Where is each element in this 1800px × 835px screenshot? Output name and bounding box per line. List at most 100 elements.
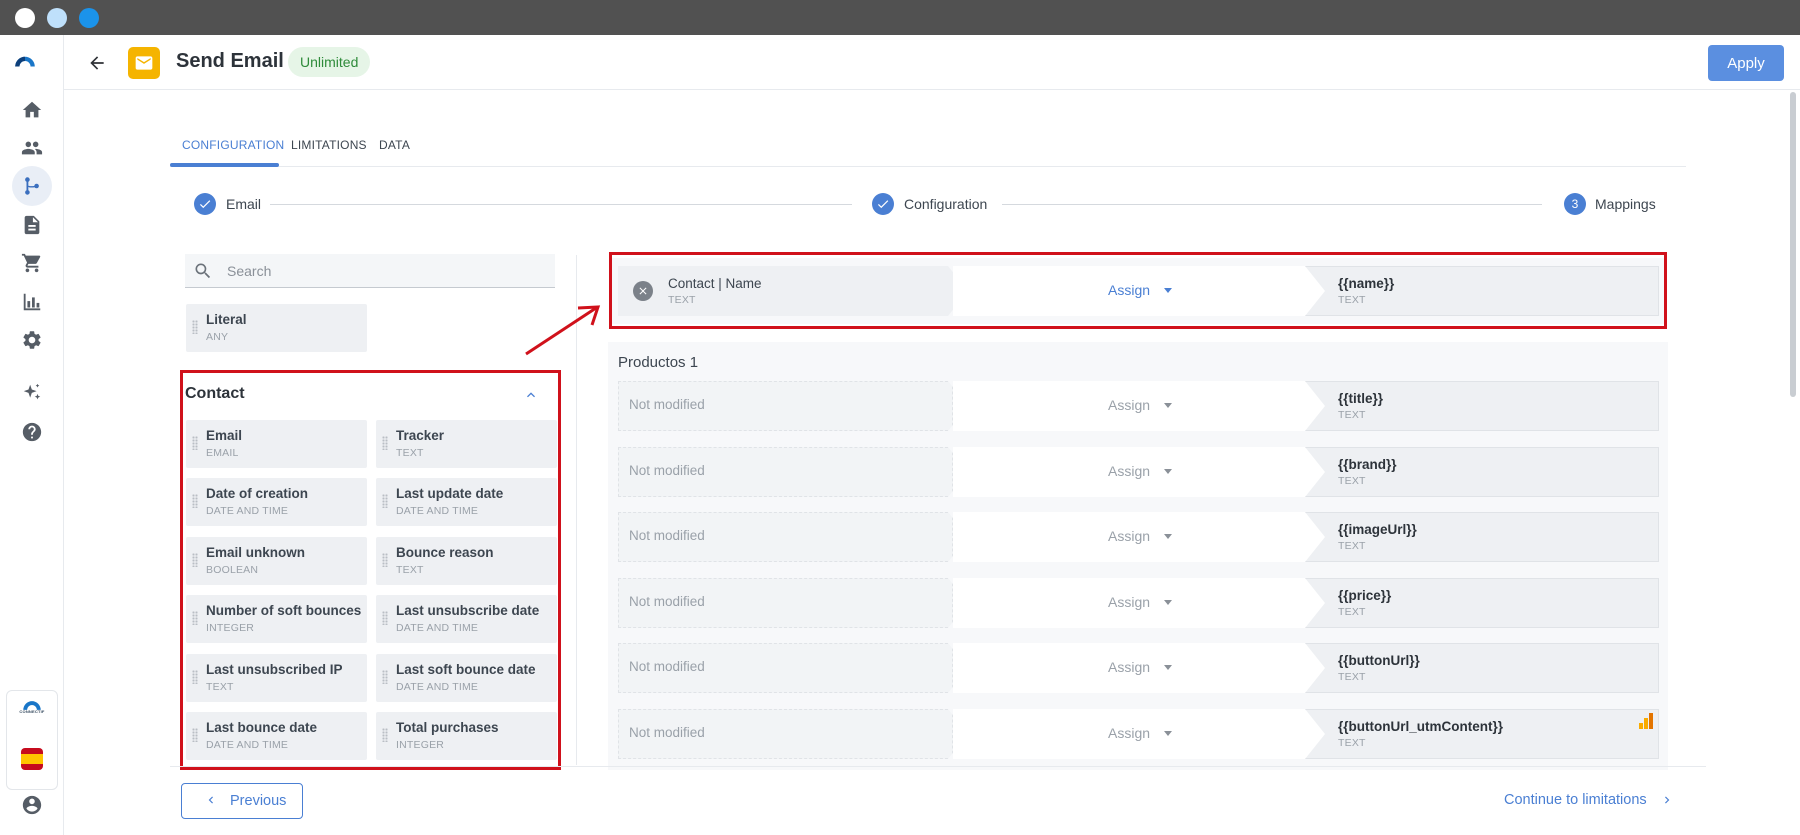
nav-contacts[interactable] xyxy=(12,128,52,168)
mapping-target-cell xyxy=(1305,512,1659,562)
store-icon xyxy=(21,253,41,273)
mapping-row: Not modified Assign {{imageUrl}} TEXT xyxy=(618,512,1659,562)
mapping-target-name: {{buttonUrl_utmContent}} xyxy=(1338,719,1503,734)
back-button[interactable] xyxy=(82,48,112,78)
search-input[interactable] xyxy=(227,260,537,282)
email-app-icon xyxy=(128,47,160,79)
caret-down-icon[interactable] xyxy=(1164,600,1172,605)
nav-workflows[interactable] xyxy=(12,166,52,206)
footer-divider xyxy=(170,766,1706,767)
mapping-target-cell xyxy=(1305,578,1659,628)
help-icon xyxy=(22,422,42,442)
continue-link[interactable]: Continue to limitations xyxy=(1504,792,1647,808)
check-icon xyxy=(877,200,889,209)
field-search xyxy=(185,254,555,288)
page-title: Send Email xyxy=(176,50,284,72)
mapping-target-cell xyxy=(1305,709,1659,759)
active-tab-indicator xyxy=(170,163,279,167)
nav-home[interactable] xyxy=(12,90,52,130)
mapping-target-type: TEXT xyxy=(1338,737,1366,749)
analytics-chart-icon xyxy=(1639,713,1653,729)
contacts-icon xyxy=(21,141,43,155)
literal-field-card[interactable]: Literal ANY xyxy=(186,304,367,352)
mapping-target-cell xyxy=(1305,643,1659,693)
chevron-right-icon[interactable] xyxy=(1660,793,1674,807)
annotation-highlight-contact xyxy=(180,370,561,770)
nav-store[interactable] xyxy=(12,243,52,283)
caret-down-icon[interactable] xyxy=(1164,665,1172,670)
assign-dropdown[interactable]: Assign xyxy=(1108,594,1150,610)
check-icon xyxy=(199,200,211,209)
mapping-target-name: {{title}} xyxy=(1338,391,1384,406)
mapping-source-placeholder: Not modified xyxy=(629,594,705,609)
step-connector xyxy=(270,204,852,205)
nav-reports[interactable] xyxy=(12,282,52,322)
previous-button[interactable]: Previous xyxy=(181,783,303,819)
reports-icon xyxy=(23,293,41,311)
nav-settings[interactable] xyxy=(12,320,52,360)
group-title: Productos 1 xyxy=(618,354,699,371)
step-email-check[interactable] xyxy=(194,193,216,215)
caret-down-icon[interactable] xyxy=(1164,731,1172,736)
previous-label: Previous xyxy=(230,793,287,809)
mapping-target-name: {{buttonUrl}} xyxy=(1338,653,1420,668)
page-scrollbar[interactable] xyxy=(1790,92,1796,397)
account-switcher[interactable]: CONNECTIF xyxy=(6,690,58,790)
content-icon xyxy=(24,215,40,235)
tab-limitations[interactable]: LIMITATIONS xyxy=(291,138,367,152)
search-icon xyxy=(195,263,211,279)
window-close-dot[interactable] xyxy=(15,8,35,28)
tab-bar: CONFIGURATION LIMITATIONS DATA xyxy=(170,130,1686,167)
mapping-row: Not modified Assign {{buttonUrl}} TEXT xyxy=(618,643,1659,693)
tab-data[interactable]: DATA xyxy=(379,138,410,152)
ai-icon xyxy=(23,383,41,400)
assign-dropdown[interactable]: Assign xyxy=(1108,659,1150,675)
window-titlebar xyxy=(0,0,1800,35)
mapping-target-type: TEXT xyxy=(1338,540,1366,552)
assign-dropdown[interactable]: Assign xyxy=(1108,725,1150,741)
nav-account[interactable] xyxy=(12,785,52,825)
mapping-target-name: {{price}} xyxy=(1338,588,1392,603)
mapping-row: Not modified Assign {{brand}} TEXT xyxy=(618,447,1659,497)
nav-ai[interactable] xyxy=(12,373,52,413)
assign-dropdown[interactable]: Assign xyxy=(1108,463,1150,479)
workflows-icon xyxy=(25,177,39,195)
mapping-target-name: {{brand}} xyxy=(1338,457,1397,472)
account-icon xyxy=(22,795,42,815)
spain-flag-icon[interactable] xyxy=(21,748,43,770)
step-mappings-label: Mappings xyxy=(1595,196,1656,212)
step-connector xyxy=(1002,204,1542,205)
nav-content[interactable] xyxy=(12,205,52,245)
nav-help[interactable] xyxy=(12,412,52,452)
window-minimize-dot[interactable] xyxy=(47,8,67,28)
tab-configuration[interactable]: CONFIGURATION xyxy=(182,138,284,152)
step-configuration-check[interactable] xyxy=(872,193,894,215)
mapping-target-type: TEXT xyxy=(1338,606,1366,618)
assign-dropdown[interactable]: Assign xyxy=(1108,397,1150,413)
field-name: Literal xyxy=(206,312,247,327)
drag-handle-icon[interactable] xyxy=(192,320,198,334)
left-navigation-rail: CONNECTIF xyxy=(0,35,64,835)
caret-down-icon[interactable] xyxy=(1164,403,1172,408)
step-mappings-number[interactable]: 3 xyxy=(1564,193,1586,215)
mapping-row: Not modified Assign {{price}} TEXT xyxy=(618,578,1659,628)
apply-button[interactable]: Apply xyxy=(1708,45,1784,81)
chevron-left-icon xyxy=(208,796,213,804)
progress-stepper: Email Configuration 3 Mappings xyxy=(190,190,1660,220)
window-maximize-dot[interactable] xyxy=(79,8,99,28)
caret-down-icon[interactable] xyxy=(1164,534,1172,539)
page-header: Send Email Unlimited Apply xyxy=(64,35,1800,90)
assign-dropdown[interactable]: Assign xyxy=(1108,528,1150,544)
limit-badge: Unlimited xyxy=(288,47,371,77)
mapping-row: Not modified Assign {{buttonUrl_utmConte… xyxy=(618,709,1659,759)
mapping-target-type: TEXT xyxy=(1338,671,1366,683)
envelope-icon xyxy=(135,56,153,70)
caret-down-icon[interactable] xyxy=(1164,469,1172,474)
home-icon xyxy=(22,101,42,118)
annotation-arrow-icon xyxy=(525,305,601,356)
logo-icon[interactable] xyxy=(14,50,36,72)
mapping-source-placeholder: Not modified xyxy=(629,463,705,478)
mapping-row: Not modified Assign {{title}} TEXT xyxy=(618,381,1659,431)
mapping-target-type: TEXT xyxy=(1338,409,1366,421)
field-type: ANY xyxy=(206,331,229,343)
